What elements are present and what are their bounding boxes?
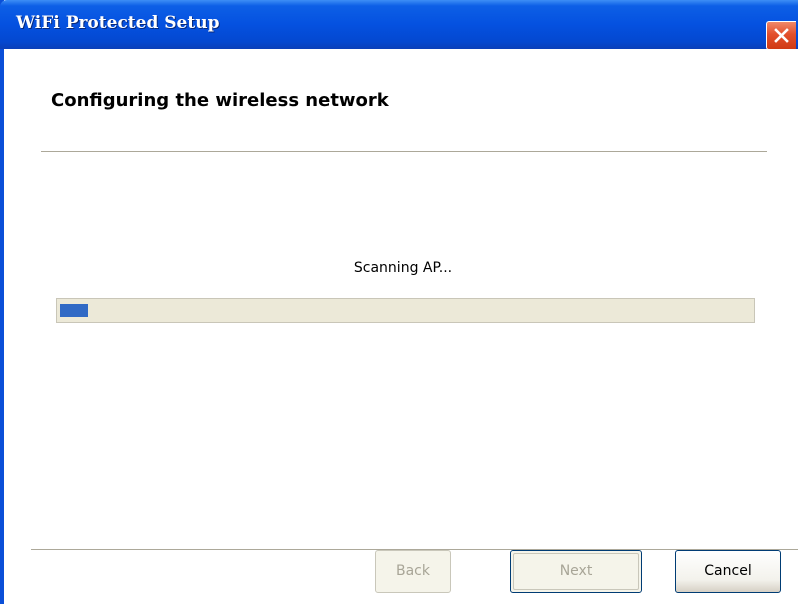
- page-heading: Configuring the wireless network: [51, 90, 389, 111]
- close-icon: [774, 28, 789, 43]
- cancel-button[interactable]: Cancel: [675, 550, 781, 593]
- close-button[interactable]: [766, 21, 796, 50]
- wps-dialog-window: WiFi Protected Setup Configuring the wir…: [0, 0, 798, 604]
- header-divider: [41, 151, 767, 152]
- next-button-label: Next: [513, 553, 639, 590]
- title-bar[interactable]: WiFi Protected Setup: [0, 0, 798, 50]
- back-button[interactable]: Back: [375, 550, 451, 593]
- window-title: WiFi Protected Setup: [16, 13, 220, 33]
- progress-bar-fill: [60, 304, 88, 317]
- progress-bar: [56, 298, 755, 323]
- progress-status-text: Scanning AP...: [353, 260, 453, 276]
- next-button[interactable]: Next: [510, 550, 642, 593]
